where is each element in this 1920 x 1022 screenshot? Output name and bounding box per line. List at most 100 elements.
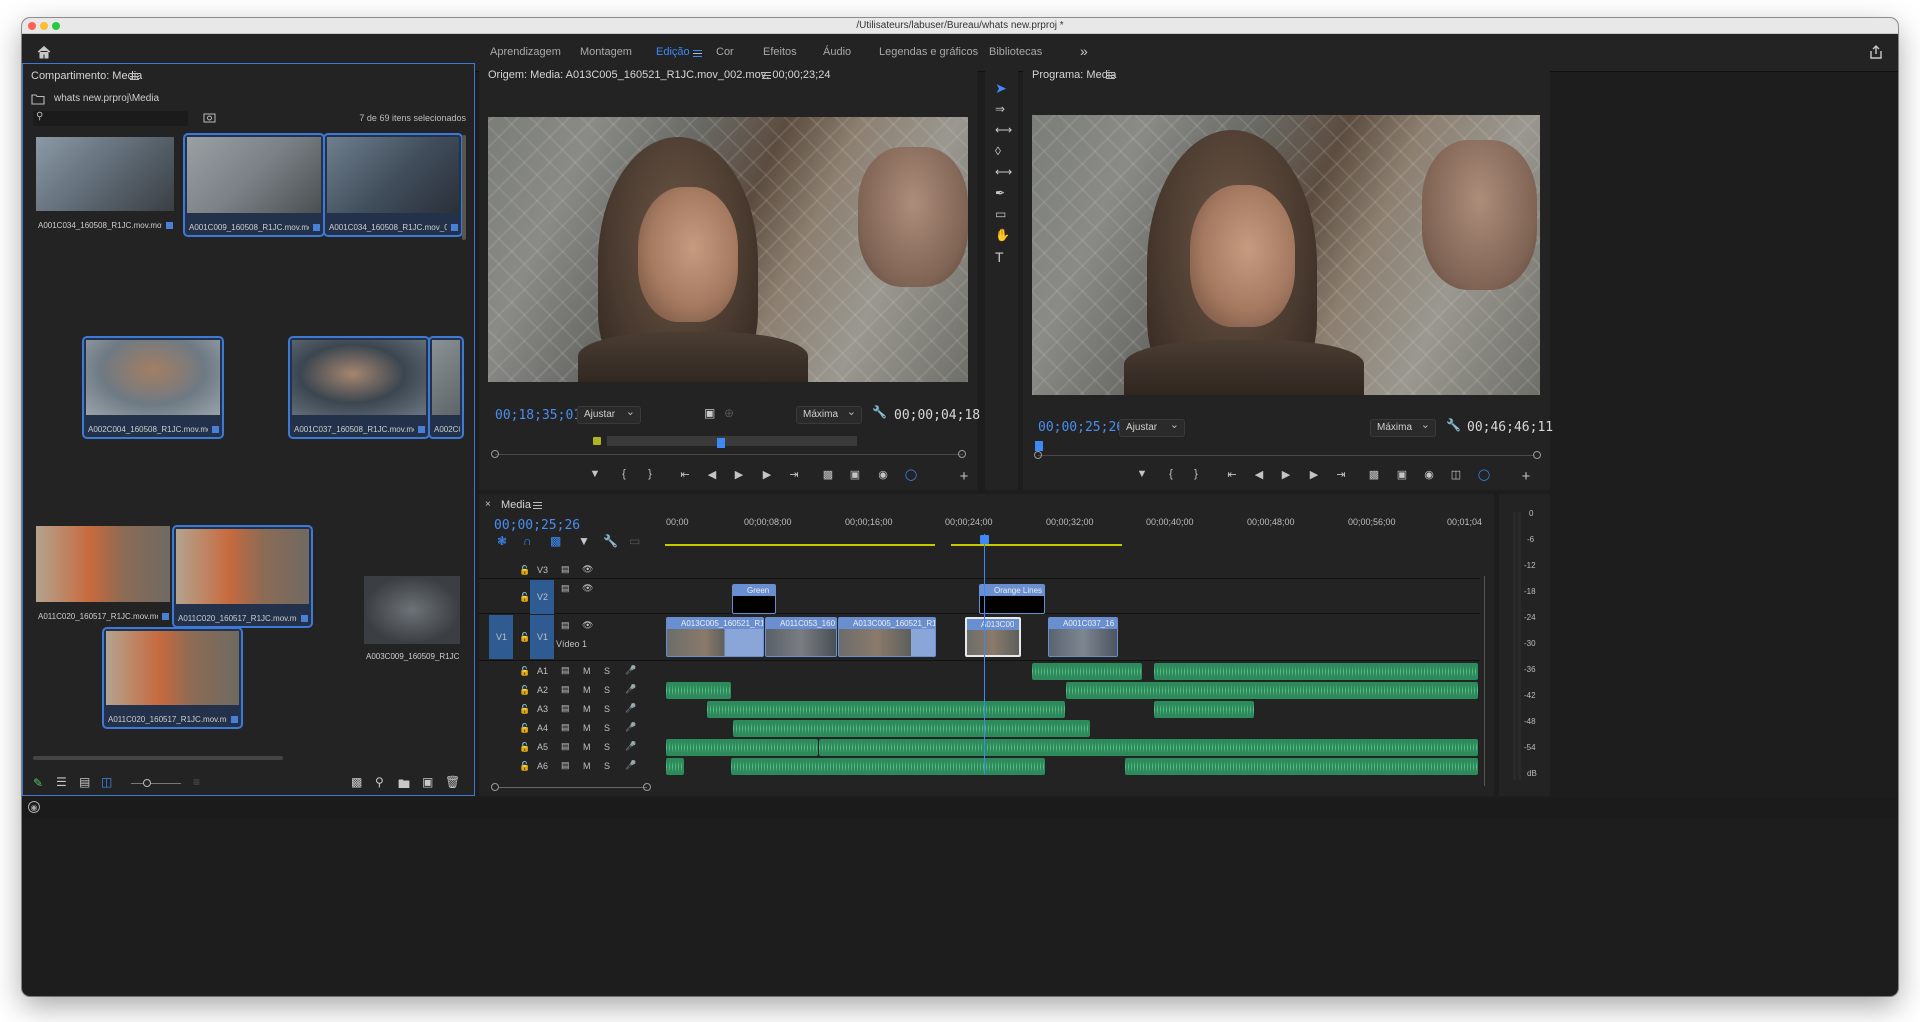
timeline-zoom-start[interactable] <box>491 783 499 791</box>
audio-clip[interactable] <box>819 739 1478 756</box>
workspace-tab-audio[interactable]: Áudio <box>823 46 851 58</box>
audio-clip[interactable] <box>1066 682 1478 699</box>
timeline-menu-icon[interactable] <box>533 502 542 509</box>
zoom-slider-handle[interactable] <box>143 779 151 787</box>
overwrite-icon[interactable]: ▣ <box>846 468 864 481</box>
comparison-view-icon[interactable]: ◫ <box>1447 468 1465 481</box>
go-to-out-icon[interactable]: ⇥ <box>1332 468 1350 481</box>
clip-thumbnail[interactable]: A001C009_160508_R1JC.mov.mov <box>183 133 325 237</box>
lock-icon[interactable]: 🔓 <box>519 742 530 753</box>
step-back-icon[interactable]: ◀ <box>1250 468 1268 481</box>
workspace-tab-bibliotecas[interactable]: Bibliotecas <box>989 46 1042 58</box>
source-scrub-bar[interactable] <box>495 454 963 455</box>
share-icon[interactable] <box>1868 44 1884 60</box>
audio-clip[interactable] <box>1154 701 1254 718</box>
solo-button[interactable]: S <box>604 666 610 676</box>
go-to-out-icon[interactable]: ⇥ <box>785 468 803 481</box>
play-icon[interactable]: ▶ <box>1277 468 1295 481</box>
workspace-tab-aprendizagem[interactable]: Aprendizagem <box>490 46 561 58</box>
mute-button[interactable]: M <box>583 723 591 733</box>
eye-icon[interactable]: 👁 <box>582 583 593 594</box>
mute-button[interactable]: M <box>583 704 591 714</box>
workspace-tab-cor[interactable]: Cor <box>716 46 734 58</box>
solo-button[interactable]: S <box>604 723 610 733</box>
source-quality-dropdown[interactable]: Máxima <box>796 404 862 424</box>
project-search-input[interactable]: ⚲ <box>33 111 188 126</box>
lock-icon[interactable]: 🔓 <box>519 592 530 603</box>
icon-view-icon[interactable]: ▤ <box>79 775 90 789</box>
audio-clip[interactable] <box>1154 663 1478 680</box>
microphone-icon[interactable]: 🎤 <box>625 703 636 714</box>
go-to-in-icon[interactable]: ⇤ <box>676 468 694 481</box>
source-fit-dropdown[interactable]: Ajustar <box>577 404 641 424</box>
microphone-icon[interactable]: 🎤 <box>625 760 636 771</box>
timeline-playhead-timecode[interactable]: 00;00;25;26 <box>494 518 580 533</box>
microphone-icon[interactable]: 🎤 <box>625 684 636 695</box>
lock-icon[interactable]: 🔓 <box>519 666 530 677</box>
program-video-frame[interactable] <box>1032 115 1540 395</box>
lock-icon[interactable]: 🔓 <box>519 685 530 696</box>
program-panel-menu-icon[interactable] <box>1106 72 1115 79</box>
program-quality-dropdown[interactable]: Máxima <box>1370 417 1436 437</box>
solo-button[interactable]: S <box>604 685 610 695</box>
solo-button[interactable]: S <box>604 761 610 771</box>
sync-lock-icon[interactable]: ▤ <box>561 741 570 752</box>
sync-lock-icon[interactable]: ▤ <box>561 564 570 575</box>
add-marker-icon[interactable]: ▼ <box>578 534 590 548</box>
project-vertical-scrollbar[interactable] <box>462 135 466 240</box>
pencil-icon[interactable]: ✎ <box>33 776 43 790</box>
export-frame-icon[interactable]: ◉ <box>1420 468 1438 481</box>
find-icon[interactable]: ⚲ <box>375 775 384 789</box>
toggle-proxies-icon[interactable]: ◯ <box>1475 468 1493 481</box>
program-fit-dropdown[interactable]: Ajustar <box>1119 417 1185 437</box>
solo-button[interactable]: S <box>604 742 610 752</box>
export-frame-icon[interactable]: ◉ <box>874 468 892 481</box>
settings-wrench-icon[interactable]: 🔧 <box>1446 418 1461 432</box>
type-tool-icon[interactable]: T <box>995 249 1004 265</box>
source-panel-menu-icon[interactable] <box>762 72 771 79</box>
microphone-icon[interactable]: 🎤 <box>625 665 636 676</box>
source-zoom-end[interactable] <box>958 450 966 458</box>
timeline-playhead-line[interactable] <box>984 534 985 774</box>
sync-lock-icon[interactable]: ▤ <box>561 665 570 676</box>
home-icon[interactable] <box>36 44 52 60</box>
list-view-icon[interactable]: ☰ <box>56 775 67 789</box>
timeline-horizontal-scrollbar[interactable] <box>499 787 647 788</box>
clip-thumbnail[interactable]: A001C037_160508_R1JC.mov.mov <box>288 336 430 439</box>
pen-tool-icon[interactable]: ✒ <box>995 186 1005 200</box>
video-clip[interactable]: A001C037_16 <box>1048 617 1118 657</box>
lift-icon[interactable]: ▩ <box>1365 468 1383 481</box>
lock-icon[interactable]: 🔓 <box>519 761 530 772</box>
video-clip[interactable]: A013C005_160521_R1 <box>666 617 764 657</box>
audio-clip[interactable] <box>1032 663 1142 680</box>
clip-thumbnail[interactable]: A003C009_160509_R1JC.mov <box>362 574 462 664</box>
video-clip[interactable]: A011C053_160 <box>765 617 837 657</box>
program-playhead[interactable] <box>1035 441 1043 451</box>
sync-lock-icon[interactable]: ▤ <box>561 703 570 714</box>
razor-tool-icon[interactable]: ◊ <box>995 144 1001 158</box>
mark-out-icon[interactable]: } <box>641 468 659 480</box>
drag-video-only-icon[interactable]: ▣ <box>704 406 715 420</box>
clip-thumbnail[interactable]: A001C034_160508_R1JC.mov.mov <box>34 135 176 233</box>
add-marker-icon[interactable]: ▼ <box>586 468 604 480</box>
video-clip-selected[interactable]: A013C00 <box>965 617 1021 657</box>
creative-cloud-icon[interactable]: ◉ <box>28 801 40 813</box>
zoom-window-button[interactable] <box>52 22 60 30</box>
source-video-frame[interactable] <box>488 117 968 382</box>
automate-to-sequence-icon[interactable]: ▩ <box>351 775 362 789</box>
source-in-marker[interactable] <box>593 437 601 445</box>
minimize-window-button[interactable] <box>40 22 48 30</box>
slip-tool-icon[interactable]: ⟷ <box>995 165 1012 179</box>
timeline-settings-icon[interactable]: 🔧 <box>603 534 618 548</box>
workspace-menu-icon[interactable] <box>693 50 702 57</box>
close-window-button[interactable] <box>28 22 36 30</box>
insert-icon[interactable]: ▩ <box>819 468 837 481</box>
source-button-editor-icon[interactable]: + <box>955 468 973 485</box>
linked-selection-icon[interactable]: ▩ <box>550 534 561 548</box>
audio-clip[interactable] <box>666 682 731 699</box>
clip-thumbnail[interactable]: A001C034_160508_R1JC.mov_001.mov <box>323 133 463 237</box>
lock-icon[interactable]: 🔓 <box>519 565 530 576</box>
mute-button[interactable]: M <box>583 742 591 752</box>
clip-thumbnail[interactable]: A011C020_160517_R1JC.mov.mov <box>34 524 172 624</box>
timeline-vertical-scrollbar[interactable] <box>1484 576 1485 786</box>
